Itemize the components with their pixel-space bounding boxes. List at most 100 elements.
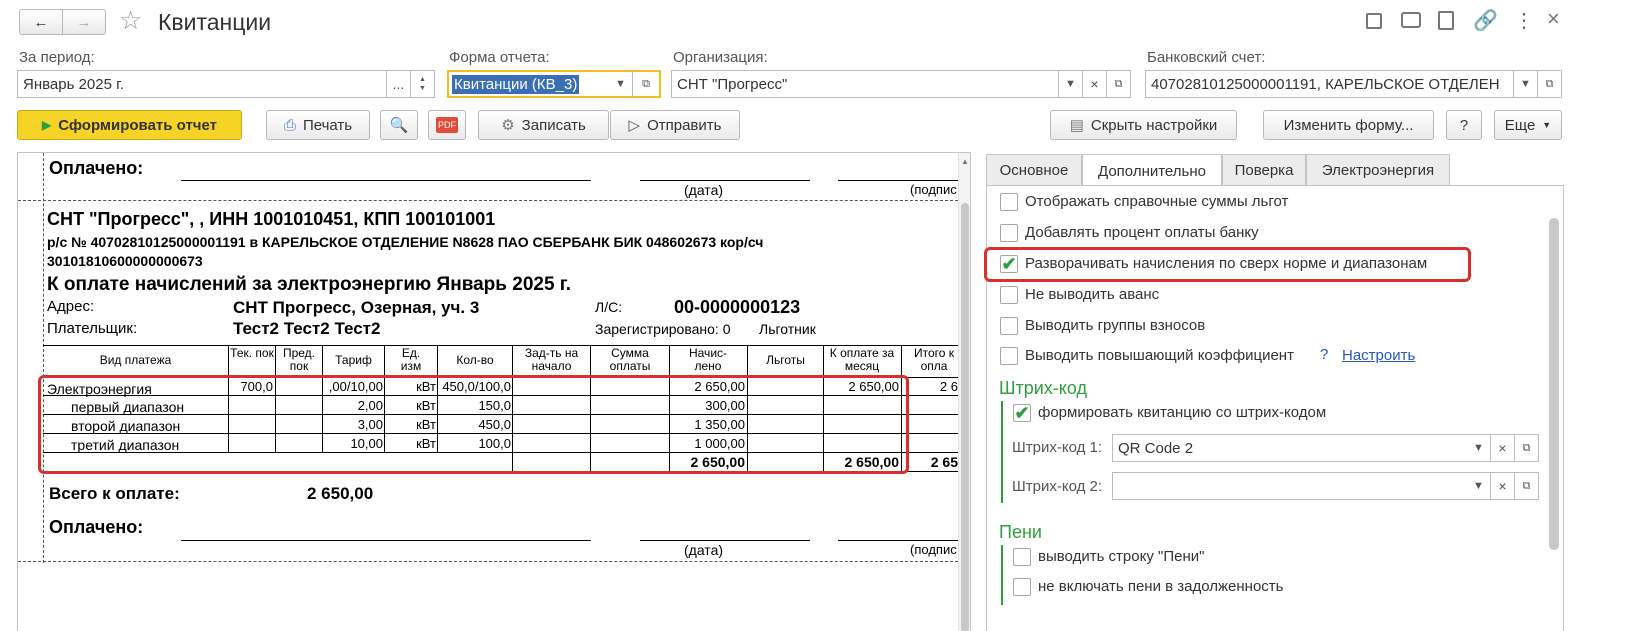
clear-icon: × [1090, 76, 1099, 92]
form-field[interactable]: Квитанции (КВ_3) [447, 70, 611, 98]
option-checkbox-5[interactable] [1000, 347, 1018, 365]
penalty-section-title: Пени [999, 522, 1042, 542]
total-to-pay-value: 2 650,00 [307, 484, 374, 503]
change-form-button[interactable]: Изменить форму... [1263, 110, 1434, 140]
barcode-option-label[interactable]: формировать квитанцию со штрих-кодом [1038, 404, 1326, 421]
option-label-3[interactable]: Не выводить аванс [1025, 286, 1159, 303]
col-header-debt: Зад-ть на начало [524, 347, 579, 373]
date-caption-top: (дата) [684, 182, 724, 198]
barcode2-dropdown-button[interactable]: ▼ [1467, 472, 1491, 500]
bank-field[interactable]: 40702810125000001191, КАРЕЛЬСКОЕ ОТДЕЛЕН [1145, 70, 1514, 98]
barcode1-clear-button[interactable]: × [1491, 434, 1515, 462]
benefit-text: Льготник [759, 321, 816, 337]
report-scrollbar[interactable]: ▲ [958, 153, 970, 631]
barcode2-clear-button[interactable]: × [1491, 472, 1515, 500]
tab-additional[interactable]: Дополнительно [1082, 154, 1222, 188]
dropdown-icon: ▼ [1473, 442, 1484, 454]
option-label-0[interactable]: Отображать справочные суммы льгот [1025, 193, 1288, 210]
penalty-label-0[interactable]: выводить строку "Пени" [1038, 548, 1204, 565]
period-field[interactable]: Январь 2025 г. [17, 70, 387, 98]
option-label-4[interactable]: Выводить группы взносов [1025, 317, 1205, 334]
option-checkbox-0[interactable] [1000, 193, 1018, 211]
spin-up-icon[interactable]: ▲ [419, 75, 426, 84]
close-window-icon[interactable]: × [1547, 6, 1560, 32]
barcode-section-line [1001, 401, 1003, 503]
account-value: 00-0000000123 [674, 297, 801, 317]
save-report-button[interactable]: ⚙ Записать [478, 110, 609, 140]
option-checkbox-3[interactable] [1000, 286, 1018, 304]
barcode2-field[interactable] [1112, 472, 1468, 500]
form-dropdown-button[interactable]: ▼ [609, 70, 633, 98]
option-label-2[interactable]: Разворачивать начисления по сверх норме … [1025, 255, 1427, 272]
pdf-icon: PDF [436, 117, 458, 133]
org-dropdown-button[interactable]: ▼ [1059, 70, 1083, 98]
configure-link[interactable]: Настроить [1342, 347, 1415, 364]
preview-icon[interactable] [1438, 11, 1454, 30]
org-field[interactable]: СНТ "Прогресс" [671, 70, 1059, 98]
send-button[interactable]: ▷ Отправить [610, 110, 740, 140]
settings-scrollbar[interactable] [1549, 218, 1559, 550]
barcode1-dropdown-button[interactable]: ▼ [1467, 434, 1491, 462]
period-select-button[interactable]: ... [387, 70, 411, 98]
paid-label-bottom: Оплачено: [49, 517, 144, 537]
bank-dropdown-button[interactable]: ▼ [1514, 70, 1538, 98]
preview-button[interactable]: 🔍 [380, 110, 418, 140]
paid-line-bottom-2 [640, 540, 810, 541]
scroll-thumb[interactable] [961, 203, 969, 631]
tab-electricity[interactable]: Электроэнергия [1306, 154, 1450, 186]
org-open-button[interactable]: ⧉ [1107, 70, 1131, 98]
barcode-checkbox[interactable]: ✔ [1013, 404, 1031, 422]
scroll-up-icon[interactable]: ▲ [961, 157, 969, 166]
more-label: Еще [1504, 116, 1536, 134]
bank-label: Банковский счет: [1147, 49, 1266, 66]
col-header-due: К оплате за месяц [829, 347, 895, 373]
option-checkbox-2[interactable]: ✔ [1000, 255, 1018, 273]
option-label-5[interactable]: Выводить повышающий коэффициент [1025, 347, 1294, 364]
tab-main[interactable]: Основное [986, 154, 1082, 186]
open-icon: ⧉ [642, 77, 650, 90]
paid-label-top: Оплачено: [49, 158, 144, 178]
barcode1-field[interactable]: QR Code 2 [1112, 434, 1468, 462]
penalty-checkbox-1[interactable] [1013, 578, 1031, 596]
print-icon[interactable] [1401, 12, 1421, 28]
payer-label: Плательщик: [47, 320, 138, 337]
help-button[interactable]: ? [1446, 110, 1482, 140]
bank-open-button[interactable]: ⧉ [1538, 70, 1562, 98]
option-checkbox-4[interactable] [1000, 317, 1018, 335]
save-icon[interactable] [1366, 13, 1382, 29]
barcode2-label: Штрих-код 2: [1012, 478, 1103, 495]
more-button[interactable]: Еще ▼ [1494, 110, 1562, 140]
form-open-button[interactable]: ⧉ [633, 70, 661, 98]
print-button[interactable]: ⎙ Печать [266, 110, 370, 140]
option-label-1[interactable]: Добавлять процент оплаты банку [1025, 224, 1259, 241]
col-header-accrued: Начис-лено [688, 347, 728, 373]
tab-verification[interactable]: Поверка [1222, 154, 1306, 186]
link-icon[interactable]: 🔗 [1473, 8, 1498, 33]
period-spinner[interactable]: ▲ ▼ [411, 70, 435, 98]
open-icon: ⧉ [1114, 77, 1123, 90]
spin-down-icon[interactable]: ▼ [419, 84, 426, 93]
forward-button[interactable]: → [62, 9, 106, 35]
address-label: Адрес: [47, 298, 95, 315]
favorite-star-icon[interactable]: ☆ [119, 5, 142, 36]
change-form-label: Изменить форму... [1283, 116, 1414, 134]
col-header-paid: Сумма оплаты [609, 347, 651, 373]
barcode2-open-button[interactable]: ⧉ [1515, 472, 1539, 500]
penalty-label-1[interactable]: не включать пени в задолженность [1038, 578, 1284, 595]
barcode1-open-button[interactable]: ⧉ [1515, 434, 1539, 462]
more-vertical-icon[interactable]: ⋮ [1514, 8, 1534, 33]
generate-report-button[interactable]: ▶ Сформировать отчет [17, 110, 242, 140]
penalty-checkbox-0[interactable] [1013, 548, 1031, 566]
hide-settings-button[interactable]: ▤ Скрыть настройки [1050, 110, 1237, 140]
period-label: За период: [19, 49, 95, 66]
table-cell-total: 2 6 [939, 379, 958, 394]
back-button[interactable]: ← [19, 9, 63, 35]
pdf-button[interactable]: PDF [428, 110, 466, 140]
org-clear-button[interactable]: × [1083, 70, 1107, 98]
help-question-icon[interactable]: ? [1320, 346, 1328, 363]
sign-caption-bottom: (подпис [910, 542, 957, 557]
report-area[interactable]: ▲ Оплачено: (дата) (подпис СНТ "Прогресс… [17, 152, 971, 631]
option-checkbox-1[interactable] [1000, 224, 1018, 242]
col-header-total: Итого к опла [913, 347, 955, 373]
paid-line-bottom-1 [181, 540, 591, 541]
